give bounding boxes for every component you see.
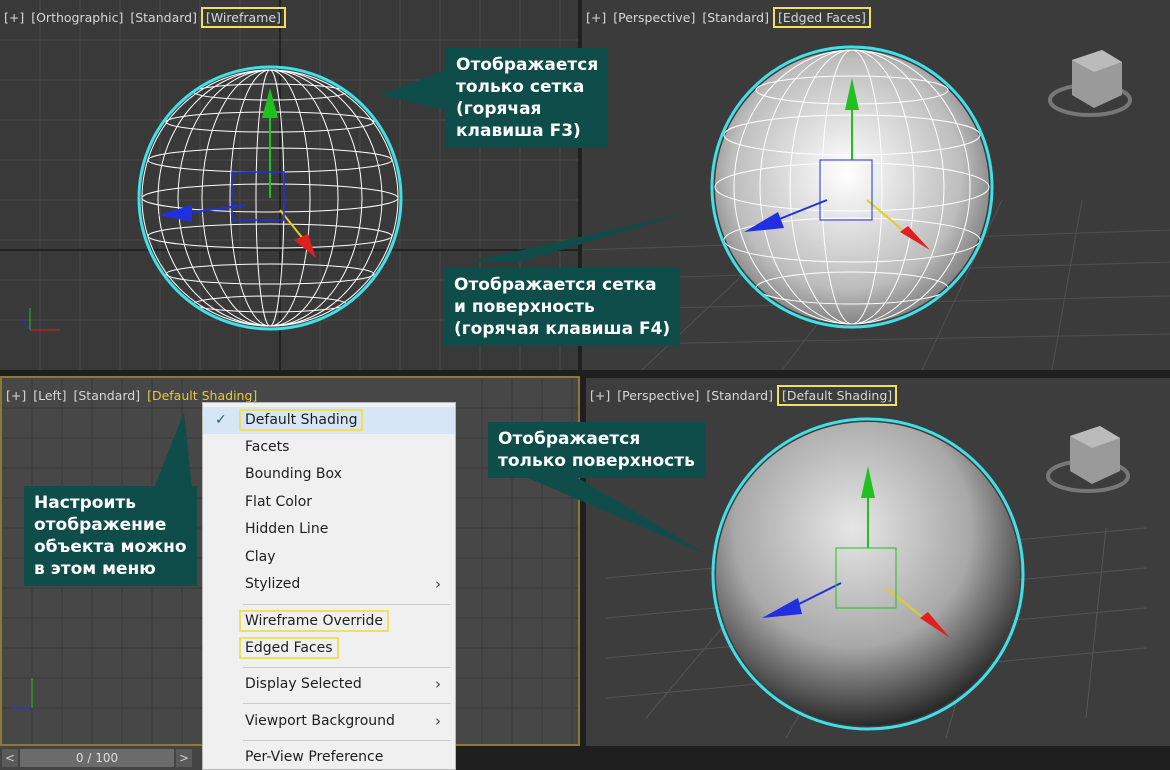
viewport-shading-menu[interactable]: [Wireframe] <box>200 7 286 28</box>
menu-item-flat-color[interactable]: Flat Color <box>203 489 455 516</box>
viewport-shading-menu[interactable]: [Default Shading] <box>147 388 257 403</box>
menu-item-display-selected[interactable]: Display Selected › <box>203 671 455 698</box>
menu-item-per-view-preference[interactable]: Per-View Preference <box>203 744 455 770</box>
viewport-plus-menu[interactable]: [+] <box>6 388 26 403</box>
callout-shaded: Отображается только поверхность <box>488 422 705 478</box>
menu-item-viewport-background[interactable]: Viewport Background › <box>203 708 455 735</box>
viewport-plus-menu[interactable]: [+] <box>590 388 610 403</box>
viewport-view-menu[interactable]: [Orthographic] <box>31 10 123 25</box>
viewport-plus-menu[interactable]: [+] <box>586 10 606 25</box>
callout-menu-hint: Настроить отображение объекта можно в эт… <box>24 486 197 586</box>
menu-item-bounding-box[interactable]: Bounding Box <box>203 461 455 488</box>
menu-divider <box>243 703 451 704</box>
callout-wireframe: Отображается только сетка (горячая клави… <box>446 48 609 148</box>
chevron-right-icon: › <box>435 575 441 593</box>
viewport-plus-menu[interactable]: [+] <box>4 10 24 25</box>
menu-item-edged-faces[interactable]: Edged Faces <box>203 635 455 662</box>
menu-item-hidden-line[interactable]: Hidden Line <box>203 516 455 543</box>
menu-divider <box>243 740 451 741</box>
menu-item-wireframe-override[interactable]: Wireframe Override <box>203 608 455 635</box>
menu-divider <box>243 604 451 605</box>
timeline-next-button[interactable]: > <box>176 749 192 767</box>
menu-divider <box>243 667 451 668</box>
shading-context-menu: ✓ Default Shading Facets Bounding Box Fl… <box>202 402 456 770</box>
viewport-style-menu[interactable]: [Standard] <box>73 388 140 403</box>
viewport-style-menu[interactable]: [Standard] <box>702 10 769 25</box>
viewport-label[interactable]: [+] [Perspective] [Standard] [Default Sh… <box>590 385 898 406</box>
menu-item-clay[interactable]: Clay <box>203 544 455 571</box>
timeline: < 0 / 100 > <box>0 746 202 770</box>
timeline-prev-button[interactable]: < <box>2 749 18 767</box>
chevron-right-icon: › <box>435 675 441 693</box>
viewport-view-menu[interactable]: [Perspective] <box>617 388 699 403</box>
viewport-label[interactable]: [+] [Perspective] [Standard] [Edged Face… <box>586 7 871 28</box>
viewport-style-menu[interactable]: [Standard] <box>130 10 197 25</box>
viewport-style-menu[interactable]: [Standard] <box>706 388 773 403</box>
menu-item-stylized[interactable]: Stylized › <box>203 571 455 598</box>
callout-edged-faces: Отображается сетка и поверхность (горяча… <box>444 268 681 346</box>
viewport-shading-menu[interactable]: [Edged Faces] <box>772 7 871 28</box>
menu-item-facets[interactable]: Facets <box>203 434 455 461</box>
timeline-slider[interactable]: 0 / 100 <box>20 749 174 767</box>
menu-item-default-shading[interactable]: ✓ Default Shading <box>203 407 455 434</box>
viewport-label[interactable]: [+] [Orthographic] [Standard] [Wireframe… <box>4 7 286 28</box>
checkmark-icon: ✓ <box>215 412 227 428</box>
viewport-view-menu[interactable]: [Left] <box>33 388 66 403</box>
viewport-view-menu[interactable]: [Perspective] <box>613 10 695 25</box>
viewport-label[interactable]: [+] [Left] [Standard] [Default Shading] <box>6 388 260 403</box>
chevron-right-icon: › <box>435 712 441 730</box>
viewport-shading-menu[interactable]: [Default Shading] <box>776 385 898 406</box>
